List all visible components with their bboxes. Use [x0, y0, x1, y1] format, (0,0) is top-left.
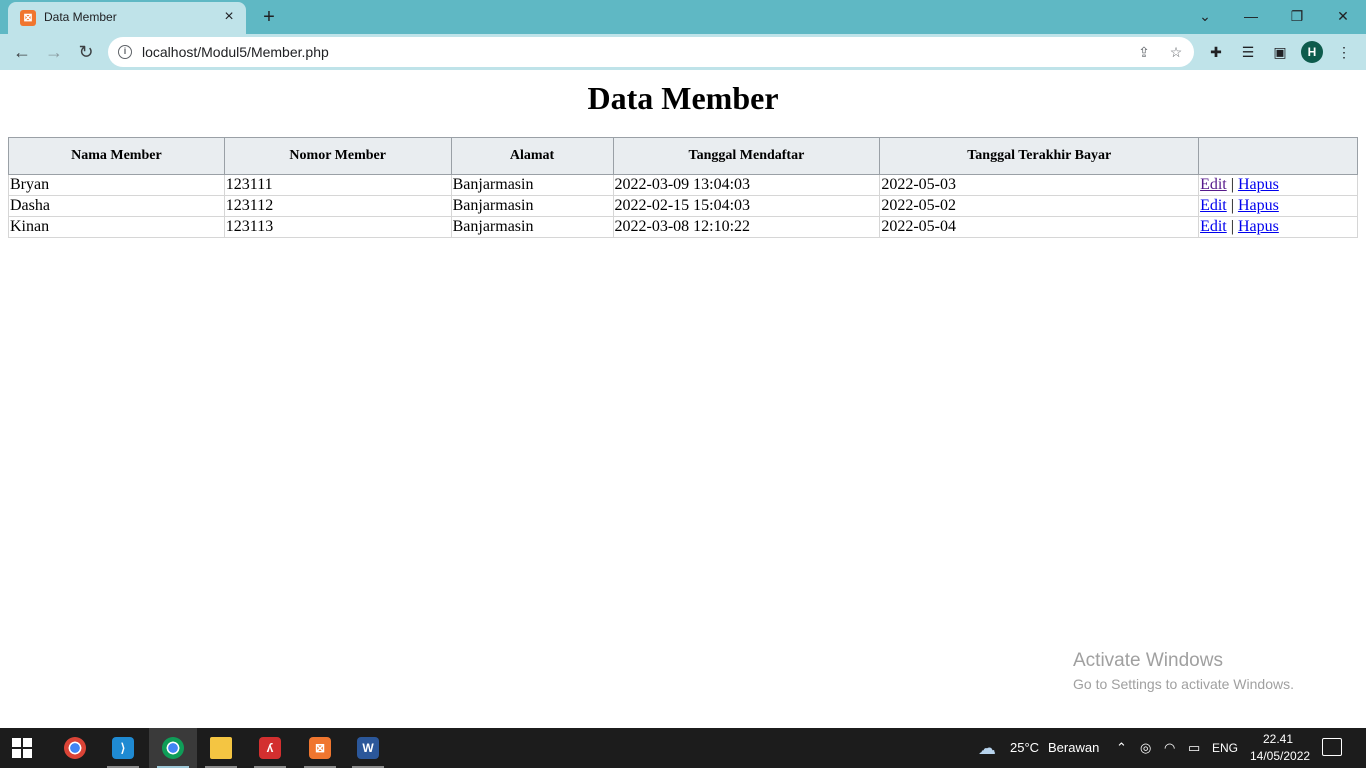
taskbar-xampp[interactable]: ⊠	[296, 728, 344, 768]
edit-link[interactable]: Edit	[1200, 218, 1227, 235]
header-tanggal-mendaftar: Tanggal Mendaftar	[612, 137, 881, 175]
chevron-up-icon[interactable]: ⌃	[1116, 728, 1130, 768]
notification-center-icon[interactable]	[1322, 738, 1342, 756]
menu-kebab-icon[interactable]: ⋮	[1333, 41, 1355, 63]
action-separator: |	[1230, 218, 1234, 235]
reload-button[interactable]: ↻	[73, 39, 99, 65]
cell-nama: Dasha	[8, 195, 225, 217]
url-text[interactable]: localhost/Modul5/Member.php	[142, 44, 329, 60]
xampp-icon: ⊠	[309, 737, 331, 759]
windows-taskbar: ⟩ ʎ ⊠ W ☁ 25°C Berawan ⌃ ◎ ◠ ▭ ENG 22.41…	[0, 728, 1366, 768]
cell-tanggal-daftar: 2022-03-08 12:10:22	[612, 216, 881, 238]
edit-link[interactable]: Edit	[1200, 176, 1227, 193]
cell-tanggal-daftar: 2022-03-09 13:04:03	[612, 174, 881, 196]
close-window-button[interactable]: ✕	[1328, 4, 1358, 28]
browser-titlebar: ⊠ Data Member × + ⌄ — ❐ ✕	[0, 0, 1366, 34]
site-info-icon[interactable]: i	[118, 45, 132, 59]
minimize-button[interactable]: —	[1236, 4, 1266, 28]
cell-actions: Edit | Hapus	[1198, 195, 1358, 217]
weather-temperature[interactable]: 25°C	[1010, 728, 1039, 768]
cell-nomor: 123113	[223, 216, 452, 238]
clock-time: 22.41	[1262, 732, 1294, 746]
profile-avatar[interactable]: H	[1301, 41, 1323, 63]
share-icon[interactable]: ⇪	[1134, 42, 1154, 62]
member-table: Nama Member Nomor Member Alamat Tanggal …	[8, 137, 1358, 238]
header-nomor-member: Nomor Member	[223, 137, 452, 175]
media-queue-icon[interactable]: ☰	[1237, 41, 1259, 63]
taskbar-chrome-profile[interactable]	[149, 728, 197, 768]
file-explorer-icon	[210, 737, 232, 759]
table-row: Bryan 123111 Banjarmasin 2022-03-09 13:0…	[8, 174, 1358, 196]
taskbar-vscode[interactable]: ⟩	[99, 728, 147, 768]
cell-tanggal-daftar: 2022-02-15 15:04:03	[612, 195, 881, 217]
activate-windows-watermark: Activate Windows Go to Settings to activ…	[1073, 650, 1294, 692]
cell-actions: Edit | Hapus	[1198, 216, 1358, 238]
language-indicator[interactable]: ENG	[1212, 728, 1238, 768]
edit-link[interactable]: Edit	[1200, 197, 1227, 214]
cell-actions: Edit | Hapus	[1198, 174, 1358, 196]
word-icon: W	[357, 737, 379, 759]
back-button[interactable]: ←	[9, 39, 35, 65]
action-separator: |	[1230, 176, 1234, 193]
cell-tanggal-bayar: 2022-05-03	[879, 174, 1200, 196]
header-actions	[1198, 137, 1358, 175]
wifi-icon[interactable]: ◠	[1164, 728, 1180, 768]
meet-now-icon[interactable]: ◎	[1140, 728, 1154, 768]
tab-search-icon[interactable]: ⌄	[1190, 4, 1220, 28]
taskbar-word[interactable]: W	[344, 728, 392, 768]
page-title: Data Member	[587, 80, 779, 116]
page-content: Data Member Nama Member Nomor Member Ala…	[0, 70, 1366, 728]
new-tab-button[interactable]: +	[258, 6, 280, 28]
watermark-title: Activate Windows	[1073, 650, 1223, 671]
xampp-icon: ⊠	[20, 10, 36, 26]
header-tanggal-terakhir-bayar: Tanggal Terakhir Bayar	[879, 137, 1200, 175]
side-panel-icon[interactable]: ▣	[1269, 41, 1291, 63]
weather-cloud-icon[interactable]: ☁	[978, 728, 1002, 768]
browser-toolbar: ← → ↻ i localhost/Modul5/Member.php ⇪ ☆ …	[0, 34, 1366, 70]
hapus-link[interactable]: Hapus	[1238, 197, 1279, 214]
weather-condition[interactable]: Berawan	[1048, 728, 1099, 768]
watermark-subtitle: Go to Settings to activate Windows.	[1073, 676, 1294, 692]
header-alamat: Alamat	[450, 137, 614, 175]
cell-nama: Kinan	[8, 216, 225, 238]
cell-tanggal-bayar: 2022-05-04	[879, 216, 1200, 238]
taskbar-acrobat[interactable]: ʎ	[246, 728, 294, 768]
cell-alamat: Banjarmasin	[450, 216, 614, 238]
table-row: Dasha 123112 Banjarmasin 2022-02-15 15:0…	[8, 195, 1358, 217]
hapus-link[interactable]: Hapus	[1238, 176, 1279, 193]
extensions-icon[interactable]: ✚	[1205, 41, 1227, 63]
tab-data-member[interactable]: ⊠ Data Member ×	[8, 2, 246, 34]
cell-alamat: Banjarmasin	[450, 174, 614, 196]
forward-button[interactable]: →	[41, 39, 67, 65]
taskbar-file-explorer[interactable]	[197, 728, 245, 768]
cell-tanggal-bayar: 2022-05-02	[879, 195, 1200, 217]
battery-icon[interactable]: ▭	[1188, 728, 1204, 768]
table-row: Kinan 123113 Banjarmasin 2022-03-08 12:1…	[8, 216, 1358, 238]
action-separator: |	[1230, 197, 1234, 214]
clock-date: 14/05/2022	[1250, 749, 1311, 763]
windows-start-icon[interactable]	[12, 738, 32, 758]
header-nama-member: Nama Member	[8, 137, 225, 175]
cell-alamat: Banjarmasin	[450, 195, 614, 217]
address-bar[interactable]: i localhost/Modul5/Member.php ⇪ ☆	[108, 37, 1194, 67]
chrome-profile-icon	[162, 737, 184, 759]
cell-nomor: 123111	[223, 174, 452, 196]
vscode-icon: ⟩	[112, 737, 134, 759]
system-clock[interactable]: 22.41 14/05/2022	[1250, 731, 1311, 765]
taskbar-chrome[interactable]	[51, 728, 99, 768]
cell-nama: Bryan	[8, 174, 225, 196]
table-header-row: Nama Member Nomor Member Alamat Tanggal …	[8, 137, 1358, 175]
hapus-link[interactable]: Hapus	[1238, 218, 1279, 235]
bookmark-star-icon[interactable]: ☆	[1166, 42, 1186, 62]
cell-nomor: 123112	[223, 195, 452, 217]
chrome-icon	[64, 737, 86, 759]
restore-button[interactable]: ❐	[1282, 4, 1312, 28]
acrobat-icon: ʎ	[259, 737, 281, 759]
tab-title: Data Member	[44, 10, 117, 24]
tab-close-icon[interactable]: ×	[220, 8, 238, 26]
